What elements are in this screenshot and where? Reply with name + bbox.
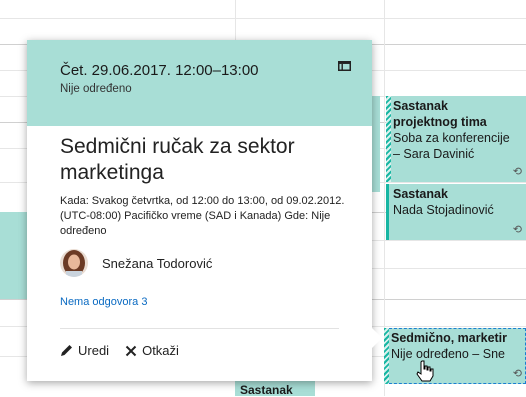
expand-icon[interactable] [338,61,351,71]
event-date-time: Čet. 29.06.2017. 12:00–13:00 [60,62,259,79]
card-header: Čet. 29.06.2017. 12:00–13:00 Nije određe… [27,40,372,126]
event-meeting[interactable]: Sastanak Nada Stojadinović ⟲ [386,184,526,240]
card-actions: Uredi Otkaži [60,343,195,358]
event-location: Soba za konferencije [393,131,510,145]
event-block[interactable] [372,96,380,192]
avatar [60,249,88,277]
event-location: Nije određeno – Sne [391,347,505,361]
close-icon [125,345,137,356]
event-peek-card: Čet. 29.06.2017. 12:00–13:00 Nije određe… [27,40,372,381]
event-organizer: Nada Stojadinović [393,203,494,217]
edit-label: Uredi [78,343,110,358]
event-details: Kada: Svakog četvrtka, od 12:00 do 13:00… [60,195,345,237]
cancel-label: Otkaži [142,343,179,358]
recurring-icon: ⟲ [512,368,522,380]
hand-cursor-icon [416,360,434,382]
grid-line [0,18,526,19]
event-subject: Sedmični ručak za sektor marketinga [60,135,295,184]
event-block[interactable] [0,212,27,299]
event-title: Sastanak [393,99,448,113]
card-pointer [372,328,382,348]
event-project-team-meeting[interactable]: Sastanak projektnog tima Soba za konfere… [386,96,526,182]
event-organizer: – Sara Davinić [393,147,475,161]
event-title: Sedmično, marketir [391,331,508,345]
event-weekly-marketing[interactable]: Sedmično, marketir Nije određeno – Sne ⟲ [384,328,526,384]
event-title: Sastanak [393,187,448,201]
cancel-event-button[interactable]: Otkaži [125,343,179,358]
edit-button[interactable]: Uredi [60,343,109,358]
organizer[interactable]: Snežana Todorović [60,249,372,277]
recurring-icon: ⟲ [512,224,522,236]
organizer-name: Snežana Todorović [102,255,213,271]
event-location: Nije određeno [60,83,132,95]
responses-link[interactable]: Nema odgovora 3 [60,296,372,308]
event-title: projektnog tima [393,115,487,129]
card-body: Sedmični ručak za sektor marketinga Kada… [27,134,372,308]
recurring-icon: ⟲ [512,166,522,178]
divider [60,328,339,329]
event-title: Sastanak [240,383,293,397]
pencil-icon [61,345,72,356]
